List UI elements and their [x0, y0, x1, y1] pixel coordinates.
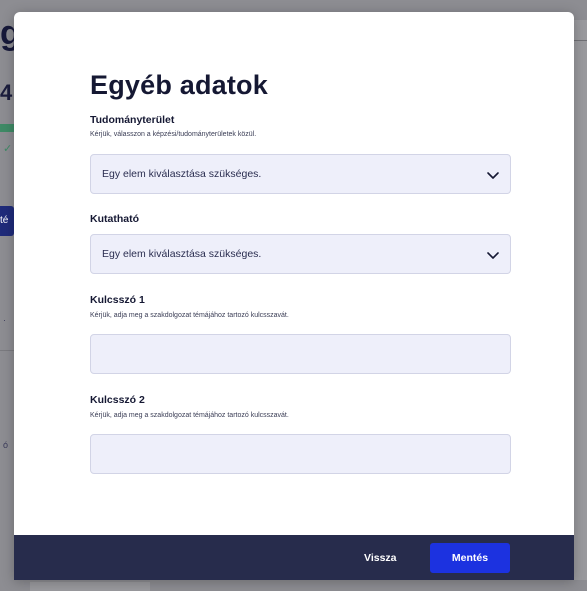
- kulcsszo-1-input[interactable]: [90, 334, 511, 374]
- back-button[interactable]: Vissza: [358, 548, 403, 568]
- background-check-icon: ✓: [3, 143, 13, 155]
- modal-body: Egyéb adatok Tudományterület Kérjük, vál…: [14, 12, 574, 535]
- background-divider: [0, 350, 14, 351]
- other-data-modal: Egyéb adatok Tudományterület Kérjük, vál…: [14, 12, 574, 580]
- background-small-fragment: ó: [3, 440, 9, 450]
- background-marker: ·: [3, 315, 6, 325]
- chevron-down-icon: [487, 252, 499, 259]
- modal-title: Egyéb adatok: [90, 70, 268, 100]
- field-help-tudomanyterulet: Kérjük, válasszon a képzési/tudományterü…: [90, 131, 257, 138]
- chevron-down-icon: [487, 172, 499, 179]
- field-label-kutathato: Kutatható: [90, 213, 139, 225]
- kutathato-select-value: Egy elem kiválasztása szükséges.: [102, 248, 262, 260]
- modal-footer: Vissza Mentés: [14, 535, 574, 580]
- field-help-kulcsszo-2: Kérjük, adja meg a szakdolgozat témájáho…: [90, 412, 289, 419]
- background-bottom-fragment: [30, 582, 150, 591]
- background-button-fragment: té: [0, 206, 14, 236]
- background-right-panel: [574, 20, 587, 580]
- background-number-fragment: 4: [0, 80, 13, 105]
- kutathato-select[interactable]: Egy elem kiválasztása szükséges.: [90, 234, 511, 274]
- field-label-kulcsszo-1: Kulcsszó 1: [90, 294, 145, 306]
- field-help-kulcsszo-1: Kérjük, adja meg a szakdolgozat témájáho…: [90, 312, 289, 319]
- tudomanyterulet-select[interactable]: Egy elem kiválasztása szükséges.: [90, 154, 511, 194]
- kulcsszo-2-input[interactable]: [90, 434, 511, 474]
- tudomanyterulet-select-value: Egy elem kiválasztása szükséges.: [102, 168, 262, 180]
- background-right-divider: [574, 40, 587, 41]
- field-label-kulcsszo-2: Kulcsszó 2: [90, 394, 145, 406]
- background-progress-bar: [0, 124, 14, 132]
- field-label-tudomanyterulet: Tudományterület: [90, 114, 175, 126]
- save-button[interactable]: Mentés: [430, 543, 510, 573]
